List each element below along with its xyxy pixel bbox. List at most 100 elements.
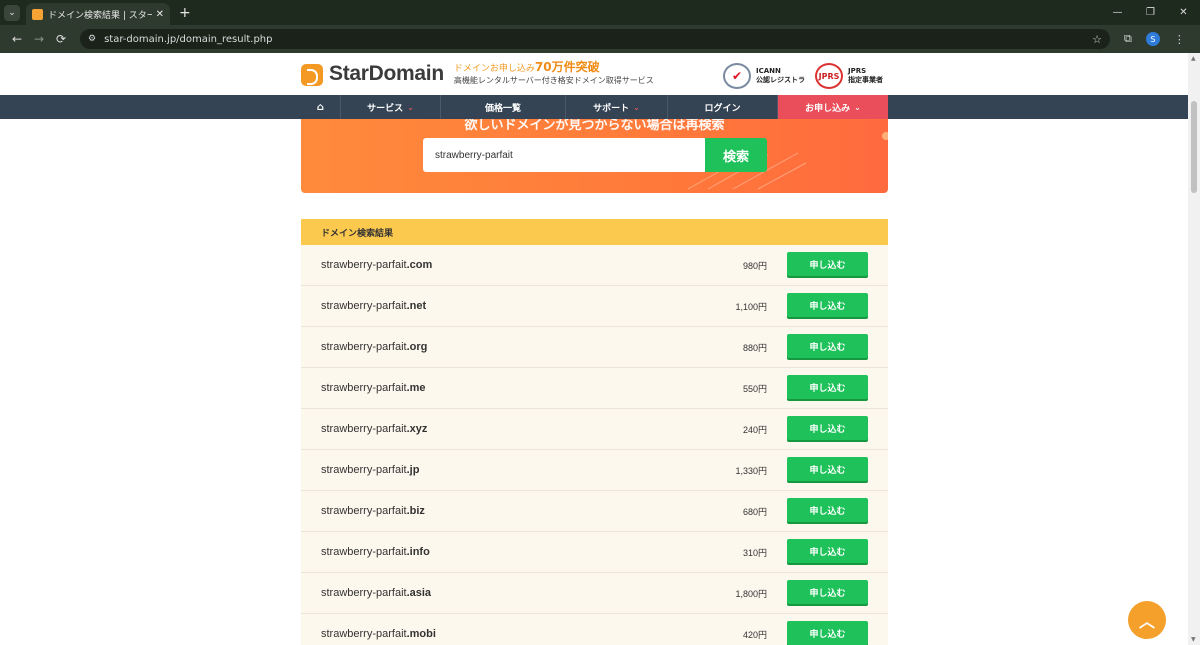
domain-name: strawberry-parfait.me <box>321 382 426 394</box>
tagline-highlight: 70万件突破 <box>534 60 600 74</box>
url-text: star-domain.jp/domain_result.php <box>104 33 273 45</box>
site-logo[interactable]: StarDomain <box>329 62 444 86</box>
nav-apply-label: お申し込み <box>805 103 851 114</box>
apply-button[interactable]: 申し込む <box>787 293 868 317</box>
domain-tld: .xyz <box>406 423 428 435</box>
main-nav: ⌂ サービス ⌄ 価格一覧 サポート ⌄ ログイン お申し込み ⌄ <box>0 95 1188 119</box>
icann-badge: ✔ ICANN 公認レジストラ <box>723 63 805 89</box>
domain-tld: .biz <box>406 505 425 517</box>
domain-price: 550円 <box>742 383 767 394</box>
domain-name: strawberry-parfait.net <box>321 300 426 312</box>
nav-support[interactable]: サポート ⌄ <box>566 95 668 119</box>
domain-base: strawberry-parfait <box>321 505 407 517</box>
tagline-sub: 高機能レンタルサーバー付き格安ドメイン取得サービス <box>453 76 654 85</box>
domain-price: 980円 <box>742 260 767 271</box>
extensions-icon[interactable]: ⧉ <box>1124 32 1132 46</box>
banner-dot <box>882 132 888 140</box>
results-list: strawberry-parfait.com 980円 申し込む strawberry… <box>301 245 888 645</box>
domain-name: strawberry-parfait.biz <box>321 505 425 517</box>
page-viewport: StarDomain ドメインお申し込み70万件突破 高機能レンタルサーバー付き… <box>0 53 1188 645</box>
scroll-down-icon[interactable]: ▼ <box>1191 636 1196 643</box>
bookmark-star-icon[interactable]: ☆ <box>1092 33 1102 46</box>
icann-line1: ICANN <box>756 67 781 75</box>
search-banner: 欲しいドメインが見つからない場合は再検索 検索 <box>301 119 888 193</box>
site-header: StarDomain ドメインお申し込み70万件突破 高機能レンタルサーバー付き… <box>301 53 888 95</box>
apply-button[interactable]: 申し込む <box>787 580 868 604</box>
domain-tld: .com <box>406 259 433 271</box>
nav-pricing[interactable]: 価格一覧 <box>441 95 566 119</box>
result-row: strawberry-parfait.asia 1,800円 申し込む <box>301 573 888 614</box>
favicon-icon <box>32 8 43 20</box>
icann-check-icon: ✔ <box>723 63 751 89</box>
browser-menu-icon[interactable]: ⋮ <box>1174 33 1185 46</box>
close-window-icon[interactable]: ✕ <box>1167 0 1200 25</box>
home-icon: ⌂ <box>316 101 325 113</box>
window-controls: — ❐ ✕ <box>1101 0 1200 25</box>
chevron-down-icon: ⌄ <box>854 102 861 112</box>
apply-button[interactable]: 申し込む <box>787 416 868 440</box>
apply-button[interactable]: 申し込む <box>787 539 868 563</box>
nav-home[interactable]: ⌂ <box>301 95 341 119</box>
nav-login-label: ログイン <box>704 103 741 114</box>
maximize-icon[interactable]: ❐ <box>1134 0 1167 25</box>
result-row: strawberry-parfait.me 550円 申し込む <box>301 368 888 409</box>
domain-price: 240円 <box>742 424 767 435</box>
domain-tld: .asia <box>406 587 432 599</box>
tab-close-icon[interactable]: ✕ <box>156 9 164 20</box>
tab-search-button[interactable]: ⌄ <box>4 4 20 21</box>
result-row: strawberry-parfait.biz 680円 申し込む <box>301 491 888 532</box>
apply-button[interactable]: 申し込む <box>787 252 868 276</box>
reload-icon[interactable]: ⟳ <box>50 32 72 46</box>
result-row: strawberry-parfait.mobi 420円 申し込む <box>301 614 888 645</box>
domain-name: strawberry-parfait.info <box>321 546 430 558</box>
scroll-up-icon[interactable]: ▲ <box>1191 55 1196 62</box>
domain-price: 1,330円 <box>735 465 767 476</box>
domain-base: strawberry-parfait <box>321 546 407 558</box>
domain-name: strawberry-parfait.com <box>321 259 432 271</box>
tab-title: ドメイン検索結果 | スタードメイン - <box>48 10 152 21</box>
domain-base: strawberry-parfait <box>321 341 407 353</box>
search-button[interactable]: 検索 <box>705 138 767 172</box>
nav-pricing-label: 価格一覧 <box>484 103 521 114</box>
result-row: strawberry-parfait.info 310円 申し込む <box>301 532 888 573</box>
domain-price: 1,800円 <box>735 588 767 599</box>
site-info-icon[interactable]: ⚙ <box>88 34 96 44</box>
icann-line2: 公認レジストラ <box>756 76 805 84</box>
domain-tld: .me <box>406 382 426 394</box>
nav-support-label: サポート <box>593 103 630 114</box>
jprs-line2: 指定事業者 <box>848 76 883 84</box>
browser-tab-bar: ⌄ ドメイン検索結果 | スタードメイン - ✕ + — ❐ ✕ <box>0 0 1200 25</box>
domain-base: strawberry-parfait <box>321 628 407 640</box>
result-row: strawberry-parfait.xyz 240円 申し込む <box>301 409 888 450</box>
scroll-to-top-button[interactable]: ︿ <box>1128 601 1166 639</box>
scrollbar-thumb[interactable] <box>1191 101 1197 193</box>
domain-search-input[interactable] <box>423 138 705 172</box>
back-icon[interactable]: ← <box>6 32 28 46</box>
url-field[interactable]: ⚙ star-domain.jp/domain_result.php ☆ <box>80 29 1110 49</box>
apply-button[interactable]: 申し込む <box>787 621 868 645</box>
forward-icon[interactable]: → <box>28 32 50 46</box>
result-row: strawberry-parfait.com 980円 申し込む <box>301 245 888 286</box>
domain-base: strawberry-parfait <box>321 464 407 476</box>
nav-apply[interactable]: お申し込み ⌄ <box>778 95 888 119</box>
apply-button[interactable]: 申し込む <box>787 334 868 358</box>
minimize-icon[interactable]: — <box>1101 0 1134 25</box>
new-tab-button[interactable]: + <box>179 5 191 21</box>
apply-button[interactable]: 申し込む <box>787 375 868 399</box>
nav-login[interactable]: ログイン <box>668 95 778 119</box>
chevron-down-icon: ⌄ <box>633 102 640 112</box>
domain-tld: .mobi <box>406 628 436 640</box>
stardomain-logo-icon[interactable] <box>301 64 323 86</box>
browser-tab[interactable]: ドメイン検索結果 | スタードメイン - ✕ <box>26 3 170 25</box>
apply-button[interactable]: 申し込む <box>787 457 868 481</box>
apply-button[interactable]: 申し込む <box>787 498 868 522</box>
domain-name: strawberry-parfait.xyz <box>321 423 427 435</box>
page-scrollbar[interactable]: ▲ ▼ <box>1188 53 1200 645</box>
search-form: 検索 <box>423 138 767 172</box>
address-bar: ← → ⟳ ⚙ star-domain.jp/domain_result.php… <box>0 25 1200 53</box>
result-row: strawberry-parfait.org 880円 申し込む <box>301 327 888 368</box>
profile-avatar[interactable]: S <box>1145 32 1160 46</box>
results-title: ドメイン検索結果 <box>301 219 888 245</box>
nav-services[interactable]: サービス ⌄ <box>341 95 441 119</box>
jprs-seal-icon: JPRS <box>815 63 843 89</box>
